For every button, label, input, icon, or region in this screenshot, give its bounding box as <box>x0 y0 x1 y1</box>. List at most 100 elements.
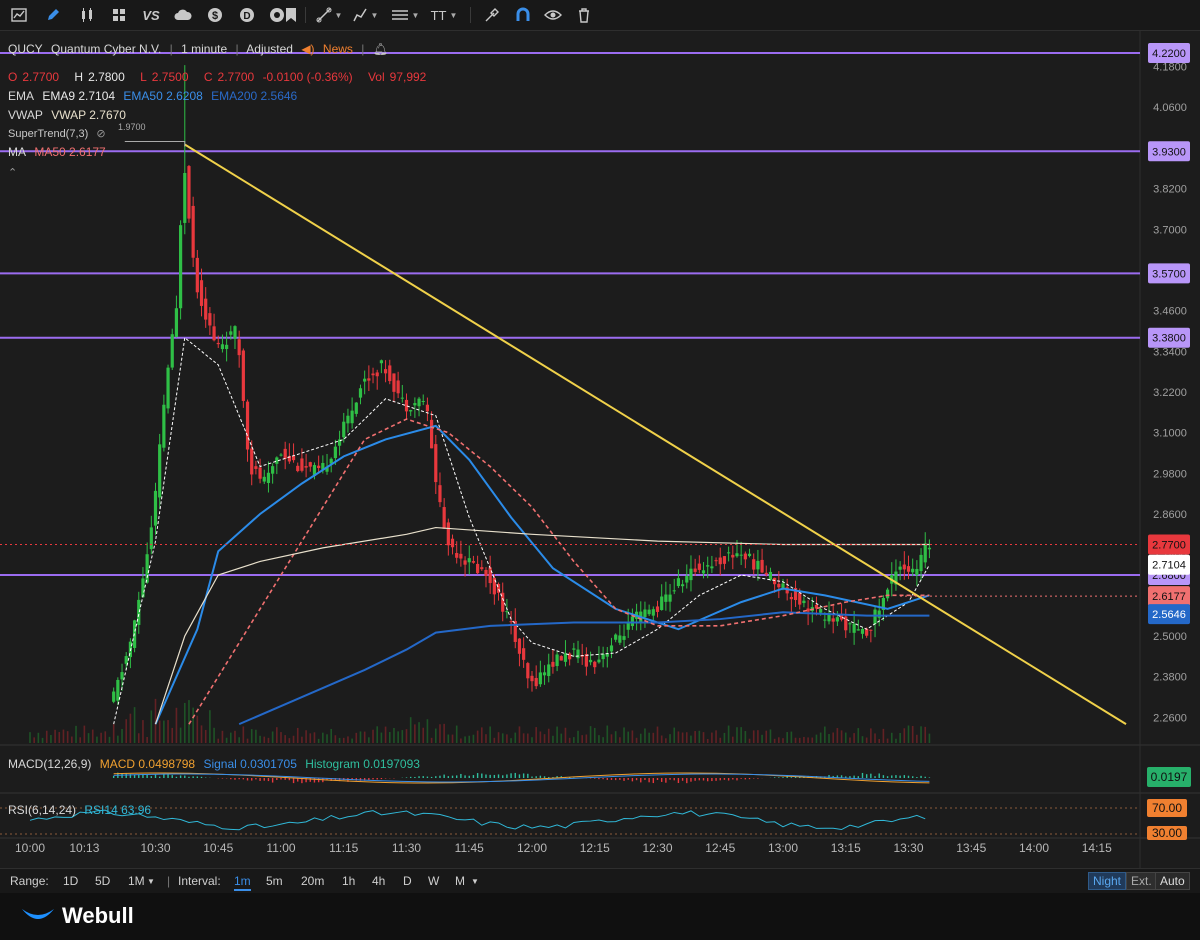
ext-toggle[interactable]: Ext. <box>1126 872 1157 890</box>
cloud-icon[interactable] <box>172 4 194 26</box>
interval-w[interactable]: W <box>428 874 439 888</box>
candle-body <box>438 485 442 503</box>
candle-body <box>655 606 660 612</box>
auto-toggle[interactable]: Auto <box>1155 872 1190 890</box>
volume-bar <box>890 732 893 743</box>
volume-bar <box>96 736 98 743</box>
collapse-legend-icon[interactable]: ⌃ <box>8 166 17 179</box>
pencil-icon[interactable] <box>42 4 64 26</box>
level-badge-label: 3.9300 <box>1152 146 1186 158</box>
vs-icon[interactable]: VS <box>139 4 163 26</box>
speaker-icon[interactable]: ◀) <box>301 42 314 56</box>
candle-body <box>304 466 308 468</box>
candle-body <box>609 645 614 652</box>
candle-body <box>112 691 116 702</box>
volume-bar <box>230 732 232 743</box>
volume-bar <box>681 732 684 743</box>
symbol-label[interactable]: QUCY <box>8 42 43 56</box>
vwap-legend[interactable]: VWAP VWAP 2.7670 <box>8 108 131 122</box>
interval-dropdown-icon[interactable]: ▼ <box>471 877 479 886</box>
adjusted-label[interactable]: Adjusted <box>246 42 293 56</box>
candle-body <box>693 568 697 572</box>
volume-bar <box>916 734 918 743</box>
interval-d[interactable]: D <box>403 874 412 888</box>
ma50-value: MA50 2.6177 <box>34 145 106 159</box>
volume-bar <box>539 731 542 743</box>
volume-bar <box>711 732 713 743</box>
volume-bar <box>29 732 31 743</box>
grid-icon[interactable] <box>108 4 130 26</box>
lines-icon[interactable]: ▼ <box>388 4 422 26</box>
volume-bar <box>811 737 814 743</box>
pen-icon[interactable]: ▼ <box>350 4 380 26</box>
volume-bar <box>493 737 496 743</box>
macd-legend[interactable]: MACD(12,26,9) MACD 0.0498798 Signal 0.03… <box>8 757 425 771</box>
ma-legend[interactable]: MA MA50 2.6177 <box>8 145 111 159</box>
volume-bar <box>631 730 634 743</box>
bell-icon[interactable]: 🔔︎ <box>373 42 388 56</box>
y-tick-label: 3.4600 <box>1153 306 1187 318</box>
volume-bar <box>828 733 830 743</box>
y-tick-label: 2.9800 <box>1153 468 1187 480</box>
candle-body <box>158 444 162 498</box>
brand-footer: Webull <box>0 893 1200 940</box>
macd-badge: 0.0197 <box>1147 767 1191 787</box>
x-tick-label: 12:30 <box>642 841 672 855</box>
chart-icon[interactable] <box>8 4 30 26</box>
range-1d[interactable]: 1D <box>63 874 78 888</box>
volume-bar <box>602 737 604 743</box>
volume-bar <box>58 732 61 743</box>
volume-bar <box>685 732 688 743</box>
volume-bar <box>37 732 40 743</box>
candle-body <box>572 648 576 650</box>
candle-body <box>651 609 655 616</box>
ema-legend[interactable]: EMA EMA9 2.7104 EMA50 2.6208 EMA200 2.56… <box>8 89 302 103</box>
interval-1h[interactable]: 1h <box>342 874 355 888</box>
candle-body <box>906 566 911 572</box>
candle-body <box>266 472 271 483</box>
interval-4h[interactable]: 4h <box>372 874 385 888</box>
interval-1m[interactable]: 1m <box>234 874 251 891</box>
volume-bar <box>188 700 190 743</box>
candle-body <box>254 466 258 469</box>
candle-body <box>911 568 915 573</box>
interval-m[interactable]: M <box>455 874 465 888</box>
candle-body <box>430 419 434 449</box>
interval-5m[interactable]: 5m <box>266 874 283 888</box>
interval-20m[interactable]: 20m <box>301 874 324 888</box>
volume-bar <box>849 737 851 743</box>
rsi-legend[interactable]: RSI(6,14,24) RSI14 63.96 <box>8 803 156 817</box>
volume-bar <box>489 726 491 743</box>
volume-bar <box>514 732 517 743</box>
text-icon[interactable]: TT ▼ <box>427 4 461 26</box>
magnet-icon[interactable] <box>512 4 534 26</box>
range-1m[interactable]: 1M <box>128 874 145 888</box>
chart-canvas[interactable]: 4.18004.06003.94003.82003.70003.58003.46… <box>0 31 1200 868</box>
volume-bar <box>460 738 462 743</box>
volume-bar <box>100 732 102 743</box>
bottom-divider: | <box>167 874 171 888</box>
range-5d[interactable]: 5D <box>95 874 110 888</box>
histogram-value: Histogram 0.0197093 <box>305 757 420 771</box>
candle-body <box>551 661 555 667</box>
volume-bar <box>355 732 358 743</box>
candles-icon[interactable] <box>76 4 98 26</box>
brush-icon[interactable] <box>481 4 503 26</box>
candle-body <box>388 365 392 382</box>
dividend-icon[interactable]: D <box>236 4 258 26</box>
night-toggle[interactable]: Night <box>1088 872 1127 890</box>
volume-bar <box>405 729 408 743</box>
trendline-icon[interactable]: ▼ <box>314 4 344 26</box>
supertrend-legend[interactable]: SuperTrend(7,3) ⊘ <box>8 127 111 140</box>
volume-bar <box>409 717 412 743</box>
trash-icon[interactable] <box>573 4 595 26</box>
volume-bar <box>585 734 588 743</box>
news-label[interactable]: News <box>323 42 353 56</box>
candle-body <box>747 553 752 557</box>
hidden-eye-icon[interactable]: ⊘ <box>96 128 105 140</box>
range-dropdown-icon[interactable]: ▼ <box>147 877 155 886</box>
eye-icon[interactable] <box>542 4 564 26</box>
interval-label[interactable]: 1 minute <box>181 42 227 56</box>
dollar-icon[interactable]: $ <box>204 4 226 26</box>
bookmark-icon[interactable] <box>280 4 302 26</box>
